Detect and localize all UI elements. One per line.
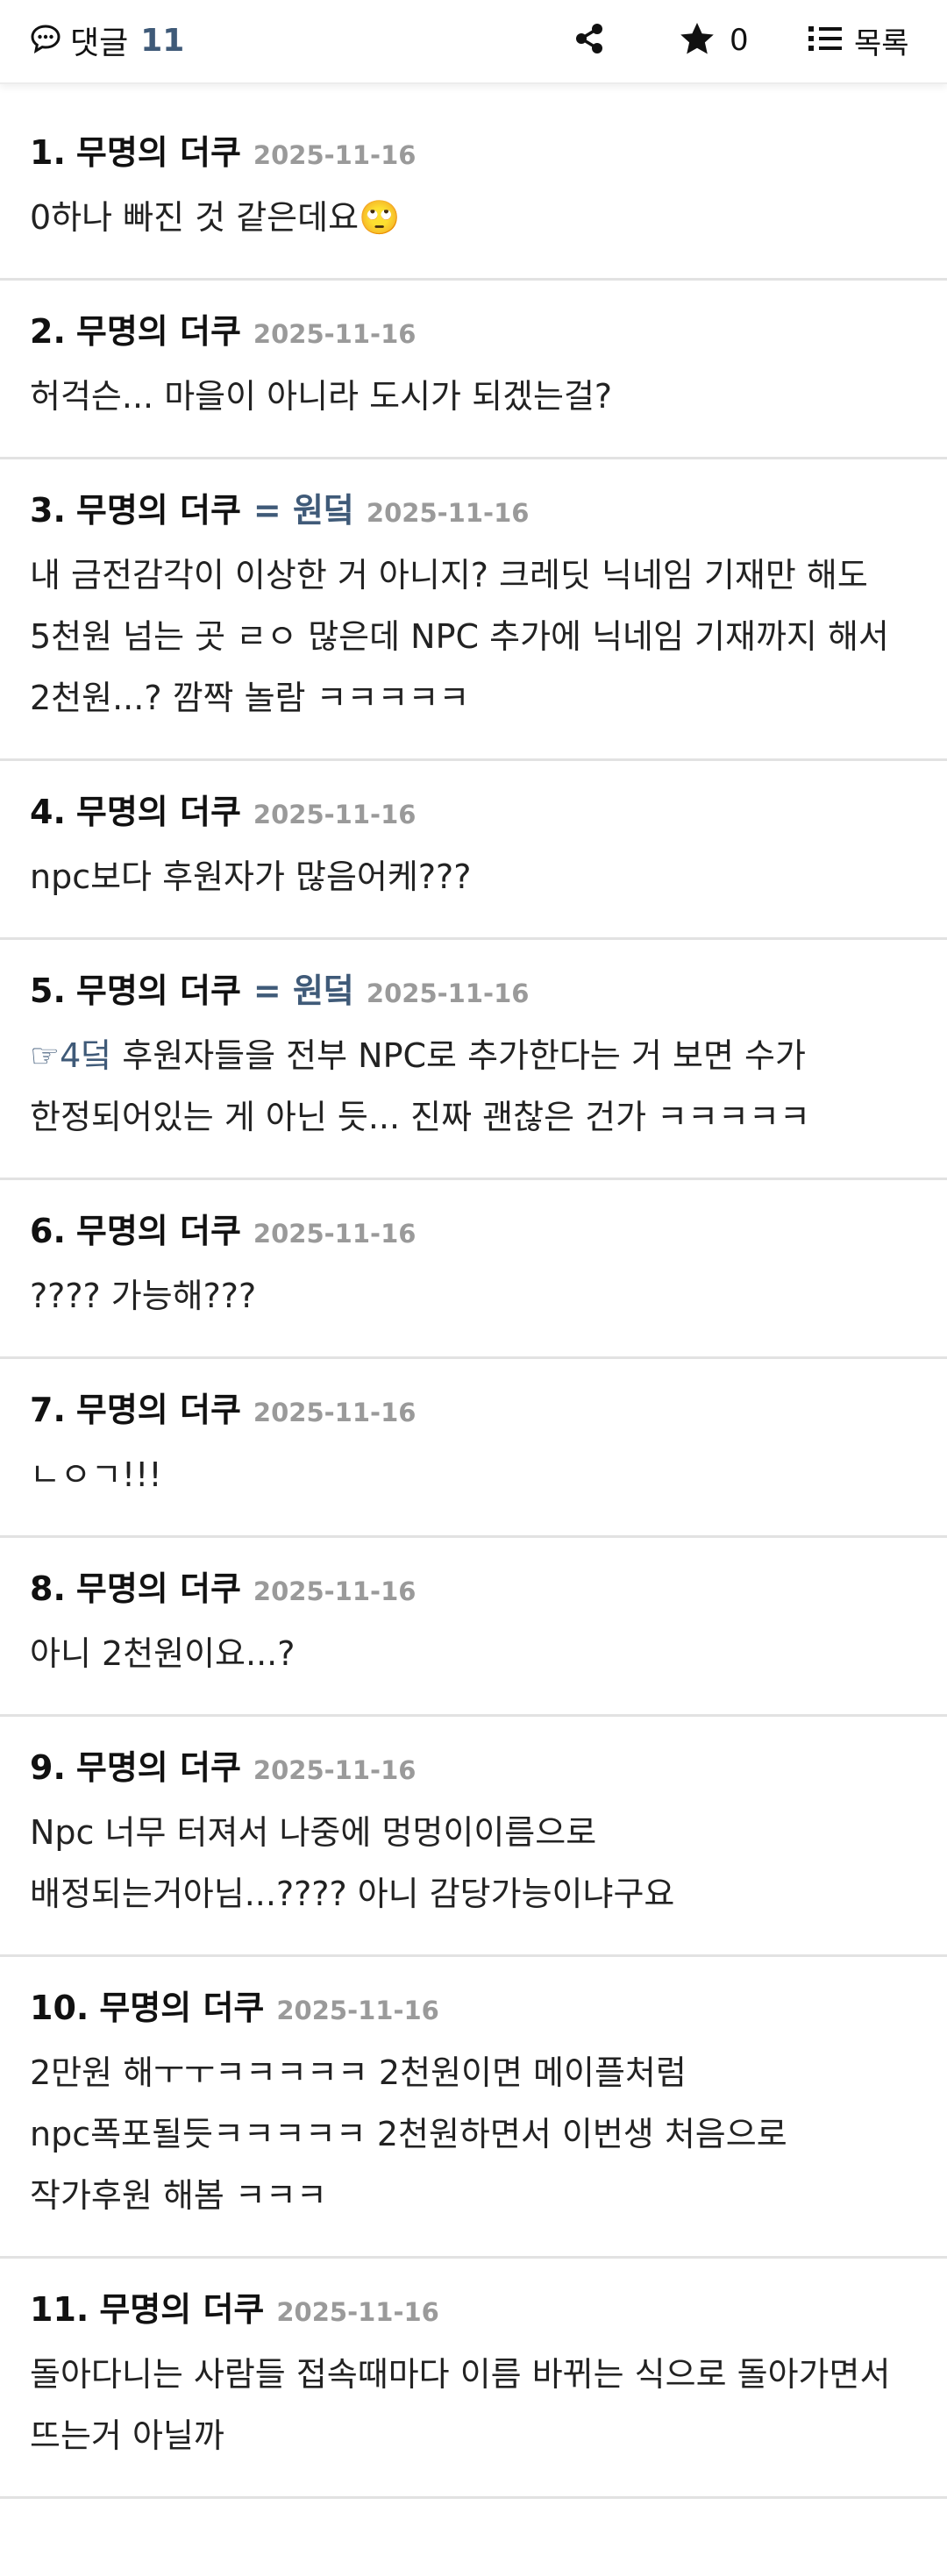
comment-text-content: 후원자들을 전부 NPC로 추가한다는 거 보면 수가 한정되어있는 게 아닌 … <box>30 1036 810 1136</box>
comment-text-content: ㄴㅇㄱ!!! <box>30 1455 162 1494</box>
comment-number: 3. <box>30 491 66 530</box>
comments-title: 댓글 <box>70 25 129 61</box>
comment-text: npc보다 후원자가 많음어케??? <box>30 846 919 907</box>
comment-date: 2025-11-16 <box>253 1576 417 1606</box>
comment-date: 2025-11-16 <box>253 1219 417 1249</box>
comment-author[interactable]: 무명의 더쿠 <box>76 133 241 172</box>
comment-author[interactable]: 무명의 더쿠 <box>76 793 241 831</box>
comment-text: 내 금전감각이 이상한 거 아니지? 크레딧 닉네임 기재만 해도 5천원 넘는… <box>30 544 919 729</box>
author-tag: = 원덬 <box>253 971 354 1010</box>
comment-item: 7. 무명의 더쿠 2025-11-16 ㄴㅇㄱ!!! <box>0 1359 947 1538</box>
comment-header: 5. 무명의 더쿠 = 원덬 2025-11-16 <box>30 971 919 1013</box>
comment-item: 1. 무명의 더쿠 2025-11-16 0하나 빠진 것 같은데요🙄 <box>0 102 947 281</box>
comment-text: 2만원 해ㅜㅜㅋㅋㅋㅋㅋ 2천원이면 메이플처럼 npc폭포될듯ㅋㅋㅋㅋㅋ 2천… <box>30 2042 919 2226</box>
comment-number: 11. <box>30 2290 89 2329</box>
share-icon <box>573 22 605 59</box>
comment-text-content: 내 금전감각이 이상한 거 아니지? 크레딧 닉네임 기재만 해도 5천원 넘는… <box>30 556 889 717</box>
comment-text: 허걱슨... 마을이 아니라 도시가 되겠는걸? <box>30 366 919 427</box>
comment-author[interactable]: 무명의 더쿠 <box>76 1748 241 1787</box>
comment-item: 4. 무명의 더쿠 2025-11-16 npc보다 후원자가 많음어케??? <box>0 761 947 940</box>
comment-author[interactable]: 무명의 더쿠 <box>99 1989 264 2027</box>
comment-text-content: ???? 가능해??? <box>30 1277 257 1315</box>
author-tag: = 원덬 <box>253 491 354 530</box>
comment-header: 9. 무명의 더쿠 2025-11-16 <box>30 1748 919 1790</box>
star-icon <box>679 21 716 60</box>
comments-count-label: 댓글 11 <box>30 21 185 61</box>
comment-text: ㄴㅇㄱ!!! <box>30 1444 919 1505</box>
comment-author[interactable]: 무명의 더쿠 <box>99 2290 264 2329</box>
comment-author[interactable]: 무명의 더쿠 <box>76 1391 241 1429</box>
comment-author[interactable]: 무명의 더쿠 <box>76 491 241 530</box>
comment-number: 6. <box>30 1212 66 1250</box>
comment-number: 4. <box>30 793 66 831</box>
comment-item: 9. 무명의 더쿠 2025-11-16 Npc 너무 터져서 나중에 멍멍이이… <box>0 1717 947 1957</box>
comment-header: 11. 무명의 더쿠 2025-11-16 <box>30 2290 919 2331</box>
comment-item: 11. 무명의 더쿠 2025-11-16 돌아다니는 사람들 접속때마다 이름… <box>0 2259 947 2499</box>
comment-author[interactable]: 무명의 더쿠 <box>76 971 241 1010</box>
comment-text-content: 돌아다니는 사람들 접속때마다 이름 바뀌는 식으로 돌아가면서 뜨는거 아닐까 <box>30 2355 891 2455</box>
reply-reference-link[interactable]: ☞4덬 <box>30 1036 111 1075</box>
comment-text: 0하나 빠진 것 같은데요🙄 <box>30 187 919 248</box>
comment-number: 7. <box>30 1391 66 1429</box>
comment-number: 8. <box>30 1569 66 1608</box>
list-icon <box>808 24 844 57</box>
comment-text-content: 아니 2천원이요...? <box>30 1634 295 1673</box>
comment-date: 2025-11-16 <box>253 140 417 170</box>
comment-date: 2025-11-16 <box>253 1398 417 1427</box>
comment-item: 5. 무명의 더쿠 = 원덬 2025-11-16 ☞4덬 후원자들을 전부 N… <box>0 940 947 1180</box>
comment-item: 10. 무명의 더쿠 2025-11-16 2만원 해ㅜㅜㅋㅋㅋㅋㅋ 2천원이면… <box>0 1957 947 2259</box>
share-button[interactable] <box>572 21 607 60</box>
comments-header: 댓글 11 0 목록 <box>0 0 947 84</box>
comment-text-content: 2만원 해ㅜㅜㅋㅋㅋㅋㅋ 2천원이면 메이플처럼 npc폭포될듯ㅋㅋㅋㅋㅋ 2천… <box>30 2053 787 2215</box>
comment-item: 2. 무명의 더쿠 2025-11-16 허걱슨... 마을이 아니라 도시가 … <box>0 281 947 459</box>
comment-header: 10. 무명의 더쿠 2025-11-16 <box>30 1989 919 2030</box>
comment-header: 8. 무명의 더쿠 2025-11-16 <box>30 1569 919 1611</box>
comment-author[interactable]: 무명의 더쿠 <box>76 1212 241 1250</box>
comment-item: 3. 무명의 더쿠 = 원덬 2025-11-16 내 금전감각이 이상한 거 … <box>0 459 947 761</box>
comment-header: 2. 무명의 더쿠 2025-11-16 <box>30 312 919 353</box>
comment-item: 6. 무명의 더쿠 2025-11-16 ???? 가능해??? <box>0 1180 947 1359</box>
comment-header: 3. 무명의 더쿠 = 원덬 2025-11-16 <box>30 491 919 532</box>
comment-date: 2025-11-16 <box>276 1996 439 2025</box>
comment-author[interactable]: 무명의 더쿠 <box>76 1569 241 1608</box>
comment-text: Npc 너무 터져서 나중에 멍멍이이름으로 배정되는거아님...???? 아니… <box>30 1802 919 1925</box>
comment-number: 9. <box>30 1748 66 1787</box>
comment-text-content: 0하나 빠진 것 같은데요🙄 <box>30 198 401 237</box>
comment-text-content: Npc 너무 터져서 나중에 멍멍이이름으로 배정되는거아님...???? 아니… <box>30 1813 675 1913</box>
comment-header: 4. 무명의 더쿠 2025-11-16 <box>30 793 919 834</box>
list-button[interactable]: 목록 <box>808 21 909 61</box>
comment-date: 2025-11-16 <box>253 319 417 349</box>
list-label: 목록 <box>854 25 909 61</box>
comment-number: 5. <box>30 971 66 1010</box>
comment-text: ☞4덬 후원자들을 전부 NPC로 추가한다는 거 보면 수가 한정되어있는 게… <box>30 1025 919 1148</box>
comment-header: 7. 무명의 더쿠 2025-11-16 <box>30 1391 919 1432</box>
comment-number: 2. <box>30 312 66 351</box>
comments-count: 11 <box>140 22 185 59</box>
comment-text-content: npc보다 후원자가 많음어케??? <box>30 857 472 896</box>
comment-text-content: 허걱슨... 마을이 아니라 도시가 되겠는걸? <box>30 377 613 416</box>
comment-date: 2025-11-16 <box>366 978 530 1008</box>
speech-bubble-icon <box>30 23 61 58</box>
comment-text: 돌아다니는 사람들 접속때마다 이름 바뀌는 식으로 돌아가면서 뜨는거 아닐까 <box>30 2344 919 2466</box>
star-count: 0 <box>730 23 749 58</box>
comment-number: 1. <box>30 133 66 172</box>
comment-number: 10. <box>30 1989 89 2027</box>
comment-item: 8. 무명의 더쿠 2025-11-16 아니 2천원이요...? <box>0 1538 947 1717</box>
comment-text: 아니 2천원이요...? <box>30 1623 919 1684</box>
comment-date: 2025-11-16 <box>366 498 530 528</box>
comment-list: 1. 무명의 더쿠 2025-11-16 0하나 빠진 것 같은데요🙄 2. 무… <box>0 102 947 2499</box>
favorite-button[interactable]: 0 <box>679 21 749 60</box>
comment-date: 2025-11-16 <box>276 2297 439 2327</box>
comment-date: 2025-11-16 <box>253 800 417 829</box>
comment-author[interactable]: 무명의 더쿠 <box>76 312 241 351</box>
comment-header: 1. 무명의 더쿠 2025-11-16 <box>30 133 919 174</box>
comment-header: 6. 무명의 더쿠 2025-11-16 <box>30 1212 919 1253</box>
comment-date: 2025-11-16 <box>253 1755 417 1785</box>
comment-text: ???? 가능해??? <box>30 1265 919 1327</box>
